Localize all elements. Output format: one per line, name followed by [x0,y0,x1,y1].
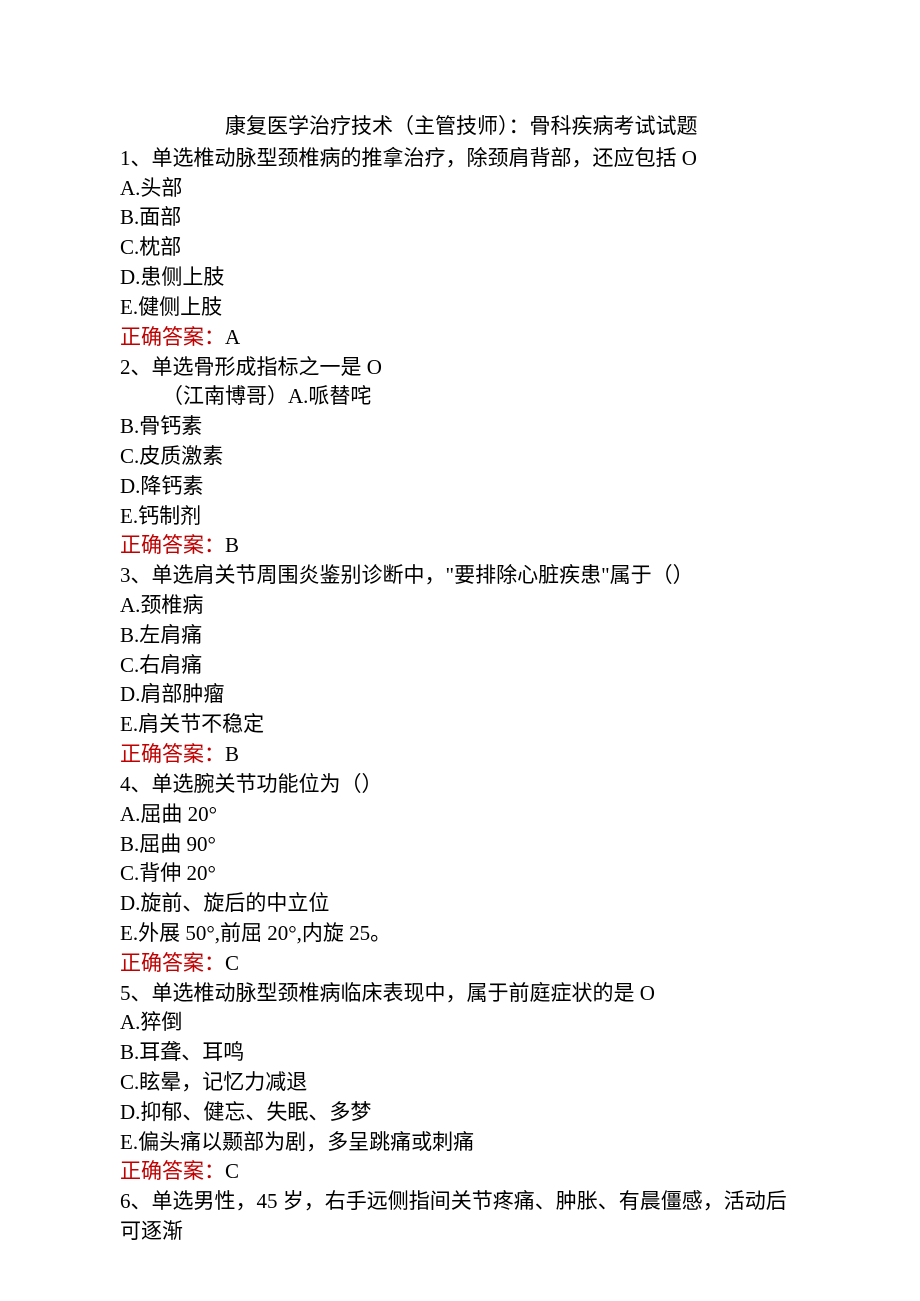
option-e: E.健侧上肢 [120,293,800,323]
document-title: 康复医学治疗技术（主管技师）：骨科疾病考试试题 [120,112,800,142]
answer-line: 正确答案：C [120,949,800,979]
option-b: B.耳聋、耳鸣 [120,1038,800,1068]
question-stem: 6、单选男性，45 岁，右手远侧指间关节疼痛、肿胀、有晨僵感，活动后可逐渐 [120,1187,800,1247]
option-c: C.右肩痛 [120,651,800,681]
answer-line: 正确答案：B [120,531,800,561]
option-c: C.背伸 20° [120,859,800,889]
option-d: D.患侧上肢 [120,263,800,293]
question-stem: 5、单选椎动脉型颈椎病临床表现中，属于前庭症状的是 O [120,979,800,1009]
option-a: A.颈椎病 [120,591,800,621]
option-e: E.外展 50°,前屈 20°,内旋 25。 [120,919,800,949]
question-stem: 3、单选肩关节周围炎鉴别诊断中，"要排除心脏疾患"属于（） [120,561,800,591]
answer-line: 正确答案：B [120,740,800,770]
question-5: 5、单选椎动脉型颈椎病临床表现中，属于前庭症状的是 O A.猝倒 B.耳聋、耳鸣… [120,979,800,1188]
option-e: E.肩关节不稳定 [120,710,800,740]
option-a: A.头部 [120,174,800,204]
question-3: 3、单选肩关节周围炎鉴别诊断中，"要排除心脏疾患"属于（） A.颈椎病 B.左肩… [120,561,800,770]
option-c: C.眩晕，记忆力减退 [120,1068,800,1098]
option-a-indent: （江南博哥）A.哌替咤 [120,382,800,412]
option-c: C.枕部 [120,233,800,263]
answer-value: C [225,951,239,975]
answer-line: 正确答案：A [120,323,800,353]
option-b: B.面部 [120,203,800,233]
answer-label: 正确答案： [120,533,225,557]
option-c: C.皮质激素 [120,442,800,472]
question-4: 4、单选腕关节功能位为（） A.屈曲 20° B.屈曲 90° C.背伸 20°… [120,770,800,979]
answer-line: 正确答案：C [120,1157,800,1187]
option-d: D.降钙素 [120,472,800,502]
answer-value: B [225,742,239,766]
question-1: 1、单选椎动脉型颈椎病的推拿治疗，除颈肩背部，还应包括 O A.头部 B.面部 … [120,144,800,353]
answer-label: 正确答案： [120,742,225,766]
question-6: 6、单选男性，45 岁，右手远侧指间关节疼痛、肿胀、有晨僵感，活动后可逐渐 [120,1187,800,1247]
question-stem: 1、单选椎动脉型颈椎病的推拿治疗，除颈肩背部，还应包括 O [120,144,800,174]
answer-label: 正确答案： [120,951,225,975]
option-d: D.肩部肿瘤 [120,680,800,710]
question-stem: 4、单选腕关节功能位为（） [120,770,800,800]
answer-label: 正确答案： [120,325,225,349]
option-b: B.左肩痛 [120,621,800,651]
question-stem: 2、单选骨形成指标之一是 O [120,353,800,383]
option-b: B.骨钙素 [120,412,800,442]
option-e: E.钙制剂 [120,502,800,532]
answer-label: 正确答案： [120,1159,225,1183]
option-a: A.屈曲 20° [120,800,800,830]
question-2: 2、单选骨形成指标之一是 O （江南博哥）A.哌替咤 B.骨钙素 C.皮质激素 … [120,353,800,562]
option-a: A.猝倒 [120,1008,800,1038]
answer-value: C [225,1159,239,1183]
option-b: B.屈曲 90° [120,830,800,860]
option-d: D.抑郁、健忘、失眠、多梦 [120,1098,800,1128]
answer-value: A [225,325,240,349]
option-e: E.偏头痛以颞部为剧，多呈跳痛或刺痛 [120,1128,800,1158]
option-d: D.旋前、旋后的中立位 [120,889,800,919]
answer-value: B [225,533,239,557]
